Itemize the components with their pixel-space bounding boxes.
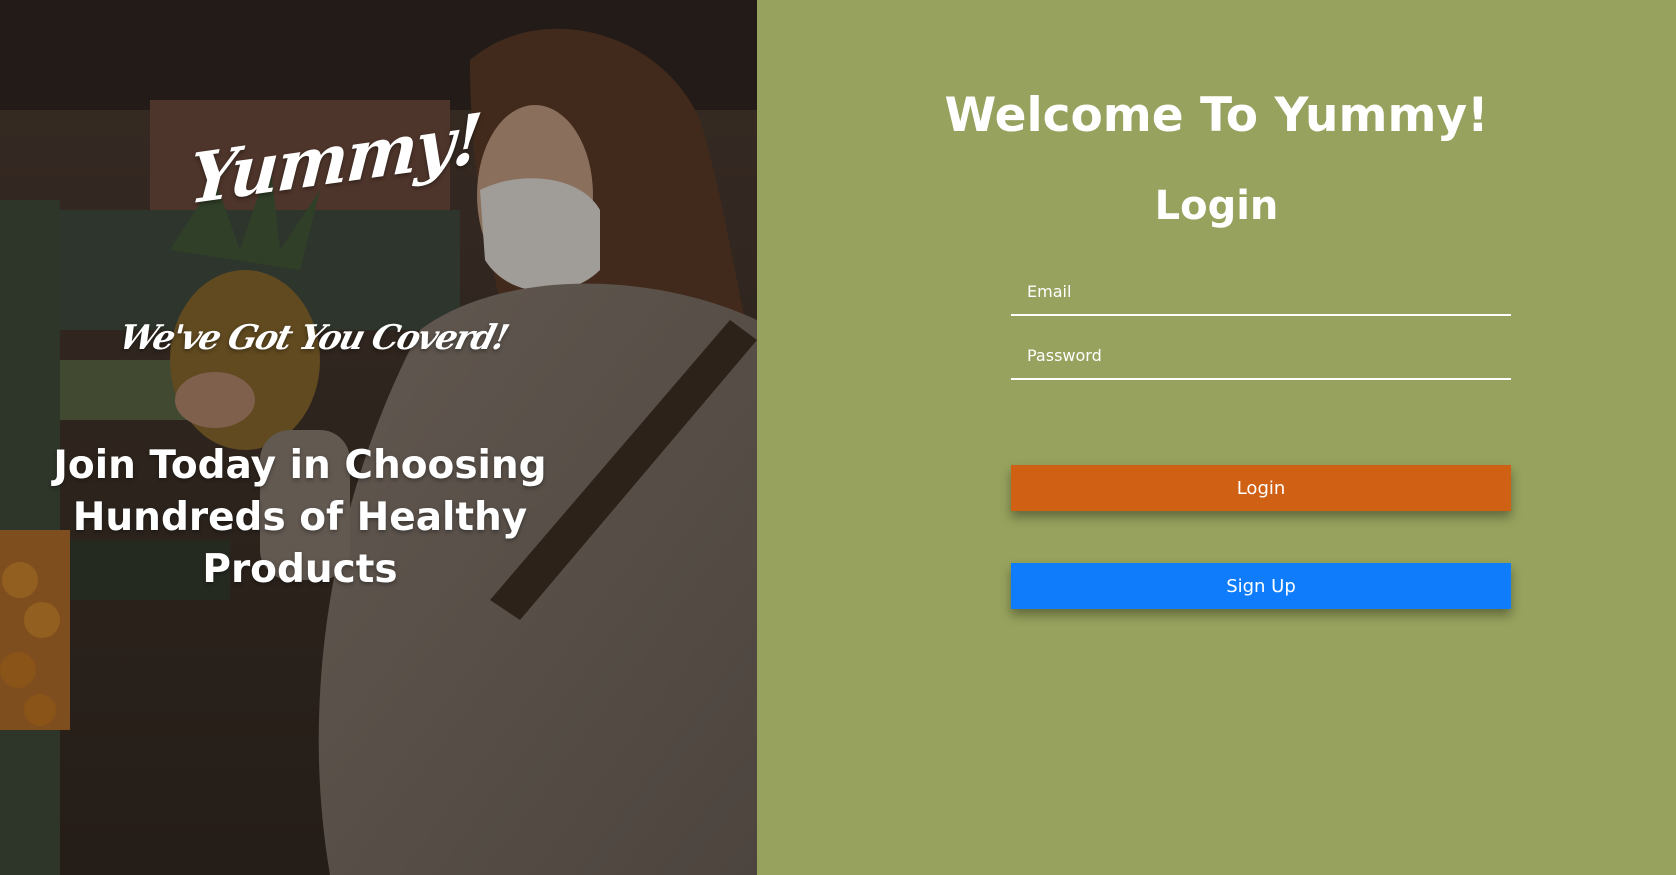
sign-up-button[interactable]: Sign Up [1011, 563, 1511, 609]
welcome-title: Welcome To Yummy! [944, 88, 1489, 143]
password-field-wrapper [1011, 332, 1511, 380]
hero-panel: Yummy! We've Got You Coverd! Join Today … [0, 0, 757, 875]
login-button[interactable]: Login [1011, 465, 1511, 511]
login-panel: Welcome To Yummy! Login Login Sign Up [757, 0, 1676, 875]
login-heading: Login [1154, 183, 1279, 229]
password-input[interactable] [1011, 332, 1511, 378]
hero-tagline: We've Got You Coverd! [115, 318, 512, 358]
login-page: Yummy! We've Got You Coverd! Join Today … [0, 0, 1676, 875]
email-input[interactable] [1011, 268, 1511, 314]
hero-headline: Join Today in Choosing Hundreds of Healt… [53, 443, 547, 592]
email-field-wrapper [1011, 268, 1511, 316]
